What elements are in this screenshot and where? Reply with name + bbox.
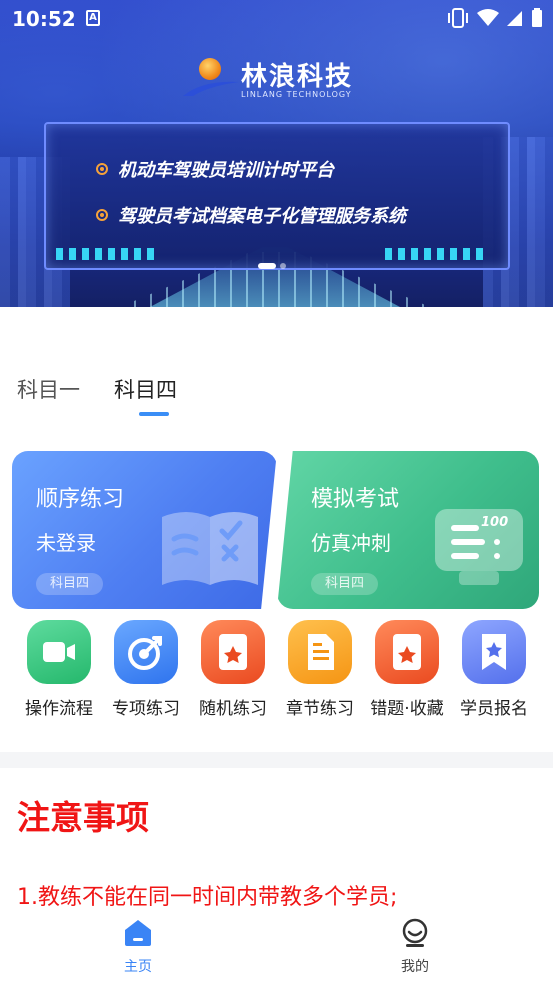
app-screen: 10:52 A 林浪科技 LINLANG TECHNOLOGY 机动车驾驶员培训… — [0, 0, 553, 983]
banner-line: 驾驶员考试档案电子化管理服务系统 — [96, 202, 406, 228]
exam-screen-icon — [435, 509, 523, 585]
grid-label: 随机练习 — [199, 699, 267, 719]
status-time: 10:52 — [12, 7, 76, 31]
nav-label: 我的 — [401, 959, 429, 975]
notice-title: 注意事项 — [17, 798, 149, 837]
star-card-icon — [201, 620, 265, 684]
nav-mine[interactable]: 我的 — [375, 918, 455, 976]
notification-icon: A — [86, 10, 100, 26]
company-logo: 林浪科技 LINLANG TECHNOLOGY — [183, 56, 383, 106]
subject-tabs: 科目一 科目四 — [17, 374, 177, 404]
document-icon — [288, 620, 352, 684]
logo-subtitle: LINLANG TECHNOLOGY — [241, 90, 352, 99]
board-tick-decoration — [56, 248, 156, 260]
grid-label: 章节练习 — [286, 699, 354, 719]
signal-icon — [507, 11, 522, 26]
card-tag: 科目四 — [311, 573, 379, 595]
card-title: 模拟考试 — [311, 487, 400, 512]
feature-grid: 操作流程 专项练习 随机练习 章节练习 错题·收藏 学员报名 — [0, 620, 553, 720]
tab-subject-one[interactable]: 科目一 — [17, 374, 80, 404]
logo-title: 林浪科技 — [241, 62, 354, 92]
star-card-icon — [375, 620, 439, 684]
video-camera-icon — [27, 620, 91, 684]
card-title: 顺序练习 — [36, 487, 125, 512]
status-icons — [447, 8, 543, 28]
mock-exam-card[interactable]: 模拟考试 仿真冲刺 科目四 100 — [277, 451, 539, 609]
bottom-nav: 主页 我的 — [0, 910, 553, 983]
card-tag: 科目四 — [36, 573, 104, 595]
grid-label: 操作流程 — [25, 699, 93, 719]
banner-line: 机动车驾驶员培训计时平台 — [96, 156, 334, 182]
bullet-icon — [96, 163, 108, 175]
target-icon — [114, 620, 178, 684]
tab-subject-four[interactable]: 科目四 — [114, 374, 177, 404]
logo-sun-icon — [199, 58, 221, 80]
bullet-icon — [96, 209, 108, 221]
sequential-practice-card[interactable]: 顺序练习 未登录 科目四 — [12, 451, 277, 609]
nav-label: 主页 — [124, 959, 152, 975]
bookmark-star-icon — [462, 620, 526, 684]
score-text: 100 — [481, 515, 509, 530]
grid-item-wrong-questions[interactable]: 错题·收藏 — [362, 620, 452, 719]
carousel-dot-active[interactable] — [258, 263, 276, 269]
section-divider — [0, 752, 553, 768]
banner-line-text: 驾驶员考试档案电子化管理服务系统 — [118, 206, 406, 227]
card-subtitle: 仿真冲刺 — [311, 531, 391, 555]
notice-item: 1.教练不能在同一时间内带教多个学员; — [17, 885, 398, 910]
grid-item-special-practice[interactable]: 专项练习 — [101, 620, 191, 719]
grid-label: 学员报名 — [460, 699, 528, 719]
status-bar: 10:52 A — [0, 0, 553, 38]
home-icon — [125, 920, 151, 946]
wifi-icon — [477, 9, 499, 26]
grid-item-chapter-practice[interactable]: 章节练习 — [275, 620, 365, 719]
carousel-dot[interactable] — [280, 263, 286, 269]
logo-swoosh-icon — [183, 81, 239, 96]
tab-indicator — [139, 412, 169, 416]
banner-line-text: 机动车驾驶员培训计时平台 — [118, 160, 334, 181]
nav-home[interactable]: 主页 — [98, 918, 178, 976]
banner-carousel[interactable]: 10:52 A 林浪科技 LINLANG TECHNOLOGY 机动车驾驶员培训… — [0, 0, 553, 307]
grid-item-student-signup[interactable]: 学员报名 — [449, 620, 539, 719]
card-subtitle: 未登录 — [36, 531, 96, 555]
grid-item-operation-flow[interactable]: 操作流程 — [14, 620, 104, 719]
open-book-icon — [162, 512, 258, 585]
vibrate-icon — [448, 8, 468, 28]
grid-label: 错题·收藏 — [370, 699, 444, 719]
board-tick-decoration — [385, 248, 485, 260]
grid-item-random-practice[interactable]: 随机练习 — [188, 620, 278, 719]
smile-face-icon — [402, 918, 428, 947]
grid-label: 专项练习 — [112, 699, 180, 719]
battery-icon — [532, 8, 542, 27]
